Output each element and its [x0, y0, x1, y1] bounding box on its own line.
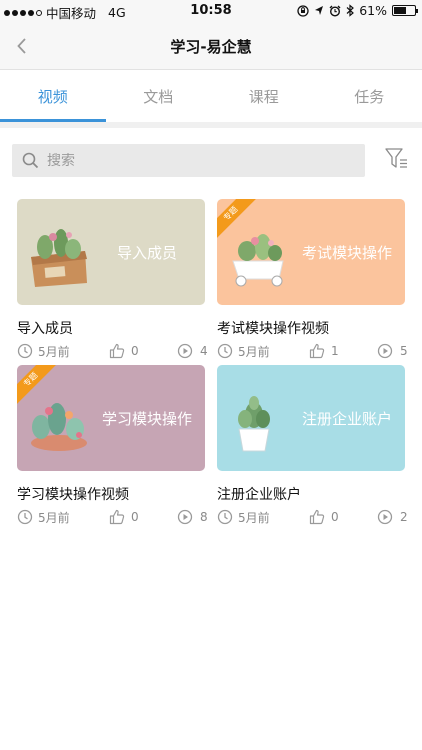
- signal-strength-icon: [4, 9, 42, 16]
- card-title[interactable]: 考试模块操作视频: [217, 318, 405, 337]
- clock-icon: [17, 509, 33, 525]
- time-ago: 5月前: [238, 510, 270, 525]
- like-count: 0: [131, 510, 139, 524]
- thumbs-up-icon: [309, 509, 325, 525]
- card-meta: 5月前 0 2: [217, 508, 408, 526]
- like-count: 0: [331, 510, 339, 524]
- tab-bar: 视频 文档 课程 任务: [0, 70, 422, 122]
- like-count: 0: [131, 344, 139, 358]
- play-count-icon: [177, 509, 193, 525]
- time-ago: 5月前: [38, 510, 70, 525]
- like-info[interactable]: 0: [109, 509, 139, 525]
- tab-video[interactable]: 视频: [0, 70, 106, 122]
- battery-fill: [394, 7, 407, 14]
- play-count: 8: [200, 510, 208, 524]
- alarm-icon: [329, 5, 341, 17]
- play-count: 4: [200, 344, 208, 358]
- location-icon: [315, 6, 324, 15]
- nav-bar: 学习-易企慧: [0, 22, 422, 70]
- tab-document[interactable]: 文档: [106, 70, 212, 122]
- chevron-left-icon: [17, 38, 26, 54]
- play-info: 2: [377, 509, 408, 525]
- tab-divider: [0, 122, 422, 128]
- status-bar: 中国移动 4G 10:58 61%: [0, 0, 422, 22]
- tab-task[interactable]: 任务: [317, 70, 422, 122]
- thumbnail-label: 学习模块操作: [101, 409, 192, 428]
- time-info: 5月前: [217, 509, 270, 526]
- search-icon: [22, 152, 39, 169]
- battery-icon: [392, 5, 418, 16]
- play-count-icon: [377, 343, 393, 359]
- back-button[interactable]: [8, 32, 36, 60]
- card-title[interactable]: 注册企业账户: [217, 484, 405, 503]
- search-box[interactable]: [12, 144, 365, 177]
- video-thumbnail[interactable]: 注册企业账户: [217, 365, 405, 471]
- plant-illustration-icon: [31, 403, 87, 451]
- card-meta: 5月前 1 5: [217, 342, 408, 360]
- clock-icon: [217, 343, 233, 359]
- video-thumbnail[interactable]: 考试模块操作 专题: [217, 199, 405, 305]
- clock-icon: [217, 509, 233, 525]
- battery-percent: 61%: [359, 3, 387, 18]
- card-meta: 5月前 0 4: [17, 342, 208, 360]
- clock-icon: [17, 343, 33, 359]
- time-info: 5月前: [217, 343, 270, 360]
- video-card[interactable]: 学习模块操作 专题 学习模块操作视频 5月前 0 8: [17, 365, 208, 526]
- card-title[interactable]: 导入成员: [17, 318, 205, 337]
- like-count: 1: [331, 344, 339, 358]
- video-card[interactable]: 注册企业账户 注册企业账户 5月前 0 2: [217, 365, 408, 526]
- play-info: 4: [177, 343, 208, 359]
- time-info: 5月前: [17, 343, 70, 360]
- plant-illustration-icon: [31, 229, 87, 287]
- video-thumbnail[interactable]: 学习模块操作 专题: [17, 365, 205, 471]
- like-info[interactable]: 1: [309, 343, 339, 359]
- thumbs-up-icon: [309, 343, 325, 359]
- like-info[interactable]: 0: [309, 509, 339, 525]
- thumbnail-label: 注册企业账户: [301, 409, 392, 428]
- like-info[interactable]: 0: [109, 343, 139, 359]
- play-info: 5: [377, 343, 408, 359]
- status-right: 61%: [297, 3, 418, 18]
- video-card[interactable]: 考试模块操作 专题 考试模块操作视频 5月前 1 5: [217, 199, 408, 360]
- time-ago: 5月前: [238, 344, 270, 359]
- play-count: 5: [400, 344, 408, 358]
- time-info: 5月前: [17, 509, 70, 526]
- time-ago: 5月前: [38, 344, 70, 359]
- bluetooth-icon: [346, 4, 355, 17]
- network-type: 4G: [108, 5, 126, 20]
- orientation-lock-icon: [297, 4, 309, 17]
- card-meta: 5月前 0 8: [17, 508, 208, 526]
- plant-illustration-icon: [232, 234, 284, 287]
- play-count: 2: [400, 510, 408, 524]
- thumbnail-label: 导入成员: [116, 243, 177, 262]
- page-title: 学习-易企慧: [170, 38, 252, 56]
- video-card[interactable]: 导入成员 导入成员 5月前 0 4: [17, 199, 208, 360]
- thumbnail-label: 考试模块操作: [301, 243, 392, 262]
- search-input[interactable]: [47, 152, 327, 169]
- tab-course[interactable]: 课程: [211, 70, 317, 122]
- thumbs-up-icon: [109, 343, 125, 359]
- plant-illustration-icon: [238, 396, 270, 452]
- video-thumbnail[interactable]: 导入成员: [17, 199, 205, 305]
- card-title[interactable]: 学习模块操作视频: [17, 484, 205, 503]
- play-count-icon: [177, 343, 193, 359]
- play-count-icon: [377, 509, 393, 525]
- play-info: 8: [177, 509, 208, 525]
- carrier-name: 中国移动: [46, 6, 97, 21]
- thumbs-up-icon: [109, 509, 125, 525]
- status-left: 中国移动 4G: [4, 3, 126, 22]
- filter-icon: [385, 148, 407, 168]
- filter-button[interactable]: [383, 145, 411, 173]
